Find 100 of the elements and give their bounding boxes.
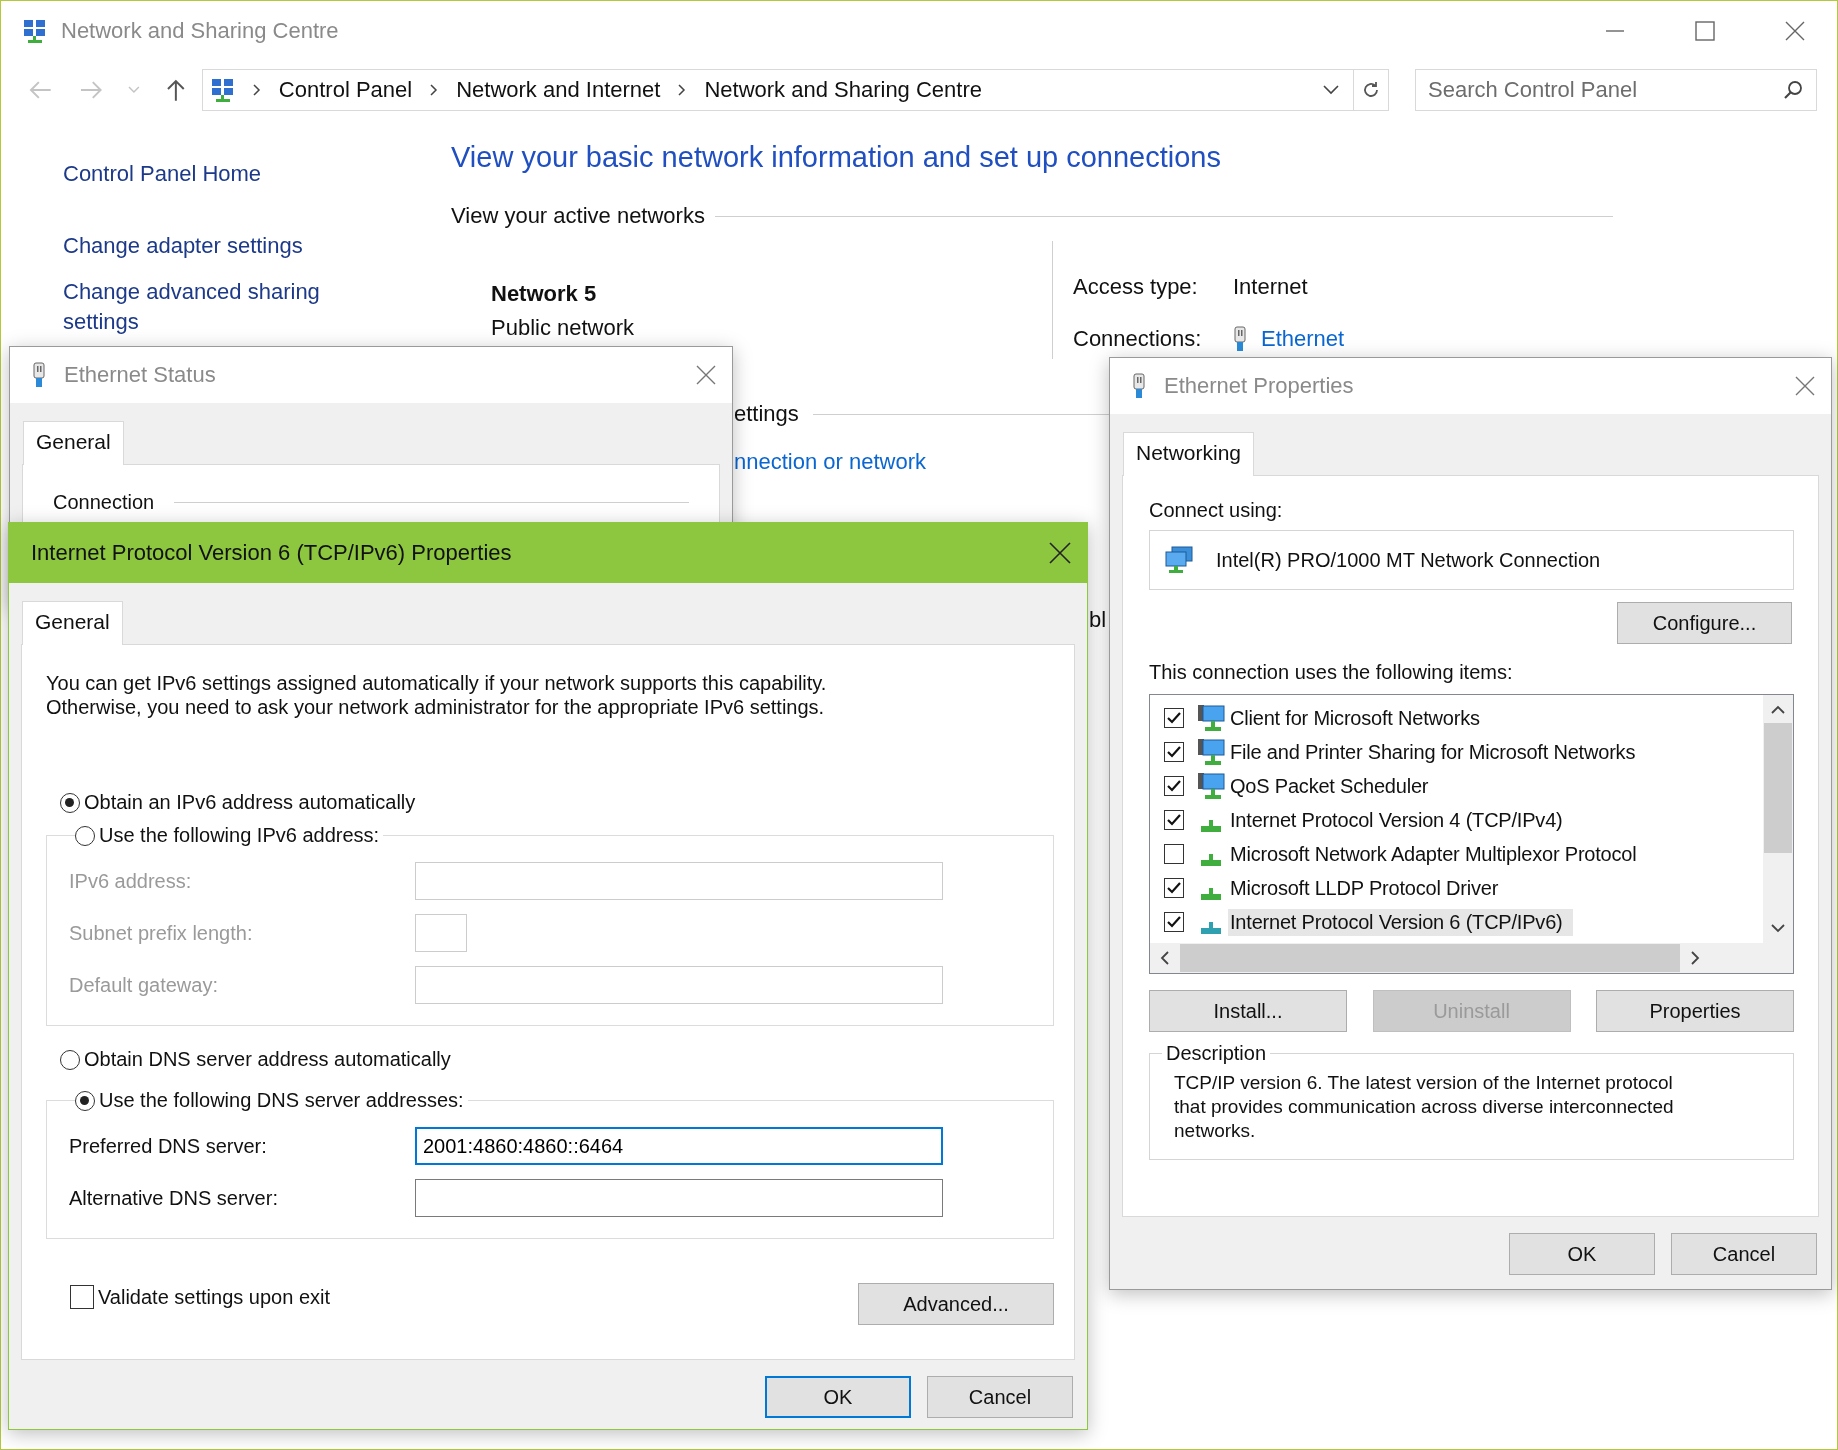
input-field[interactable] (415, 1179, 943, 1217)
dialog-button[interactable]: OK (765, 1376, 911, 1418)
network-type: Public network (491, 315, 636, 341)
dialog-button[interactable]: Cancel (927, 1376, 1073, 1418)
input-field[interactable]: 2001:4860:4860::6464 (415, 1127, 943, 1165)
description-text: TCP/IP version 6. The latest version of the Internet protocol that provides communication across diverse interconnected networks. (1174, 1071, 1675, 1143)
chevron-icon (430, 84, 439, 96)
monitor-icon (1196, 703, 1226, 733)
scroll-left-icon[interactable] (1160, 950, 1170, 966)
field-label: Subnet prefix length: (69, 921, 254, 945)
dialog-button[interactable]: Cancel (1671, 1233, 1817, 1275)
list-label: This connection uses the following items: (1149, 660, 1514, 684)
monitor-icon (1196, 771, 1226, 801)
field-label: Connections: (1073, 326, 1202, 352)
list-item[interactable]: Microsoft LLDP Protocol Driver (1228, 874, 1509, 902)
radio-label[interactable]: Obtain an IPv6 address automatically (84, 791, 416, 814)
radio-button[interactable] (75, 825, 95, 846)
ethernet-plug-icon (1132, 373, 1146, 399)
vertical-scrollbar[interactable] (1763, 695, 1793, 943)
radio-label[interactable]: Use the following IPv6 address: (99, 824, 380, 847)
section-label: ettings (734, 401, 799, 427)
field-label: Access type: (1073, 274, 1198, 300)
checkbox[interactable] (1164, 810, 1184, 830)
checkbox-label[interactable]: Validate settings upon exit (98, 1285, 330, 1309)
group-label: Description (1165, 1042, 1268, 1065)
action-button[interactable]: Install... (1149, 990, 1347, 1032)
dialog-title: Internet Protocol Version 6 (TCP/IPv6) Properties (31, 540, 512, 566)
checkbox[interactable] (1164, 878, 1184, 898)
window-title: Network and Sharing Centre (61, 18, 339, 44)
sidebar-link[interactable]: Change advanced sharing settings (63, 277, 353, 337)
scroll-up-icon[interactable] (1770, 705, 1786, 715)
list-item[interactable]: File and Printer Sharing for Microsoft Networks (1228, 738, 1646, 766)
monitor-icon (1196, 737, 1226, 767)
breadcrumb-item[interactable]: Network and Internet (456, 77, 661, 103)
tab[interactable]: Networking (1123, 432, 1255, 476)
sidebar-link[interactable]: Change adapter settings (63, 231, 353, 261)
protocol-icon (1201, 820, 1221, 832)
list-item[interactable]: Internet Protocol Version 4 (TCP/IPv4) (1228, 806, 1573, 834)
address-bar[interactable]: Control Panel Network and Internet Network and Sharing Centre (201, 69, 1354, 111)
protocol-icon (1201, 854, 1221, 866)
radio-button[interactable] (60, 1049, 80, 1070)
search-field[interactable]: Search Control Panel (1415, 69, 1817, 111)
network-icon (210, 78, 235, 102)
group-label: Connection (53, 491, 155, 514)
horizontal-scrollbar[interactable] (1150, 943, 1793, 973)
list-item[interactable]: Internet Protocol Version 6 (TCP/IPv6) (1228, 908, 1573, 936)
configure-button[interactable]: Configure... (1617, 602, 1792, 644)
maximize-icon[interactable] (1695, 21, 1715, 41)
page-heading: View your basic network information and set up connections (451, 140, 1221, 175)
checkbox[interactable] (1164, 742, 1184, 762)
checkbox[interactable] (70, 1285, 94, 1309)
checkbox[interactable] (1164, 708, 1184, 728)
network-icon (23, 19, 47, 43)
advanced-button[interactable]: Advanced... (858, 1283, 1054, 1325)
close-icon[interactable] (1785, 21, 1805, 41)
radio-label[interactable]: Use the following DNS server addresses: (99, 1089, 464, 1112)
breadcrumb-item[interactable]: Control Panel (278, 77, 413, 103)
close-icon[interactable] (696, 365, 716, 385)
protocol-icon (1201, 888, 1221, 900)
network-name: Network 5 (491, 281, 598, 307)
close-icon[interactable] (1795, 376, 1815, 396)
list-item[interactable]: Microsoft Network Adapter Multiplexor Protocol (1228, 840, 1647, 868)
scroll-right-icon[interactable] (1690, 950, 1700, 966)
scrollbar-thumb[interactable] (1764, 723, 1792, 853)
radio-label[interactable]: Obtain DNS server address automatically (84, 1048, 451, 1071)
setup-link[interactable]: nnection or network (734, 449, 926, 475)
field-value: Internet (1233, 274, 1308, 300)
sidebar-link[interactable]: Control Panel Home (63, 159, 353, 189)
up-arrow-icon[interactable] (166, 78, 186, 102)
scrollbar-thumb[interactable] (1180, 944, 1680, 972)
chevron-icon (252, 84, 261, 96)
scroll-down-icon[interactable] (1770, 923, 1786, 933)
action-button[interactable]: Properties (1596, 990, 1794, 1032)
checkbox[interactable] (1164, 776, 1184, 796)
field-label: Alternative DNS server: (69, 1186, 279, 1210)
ethernet-plug-icon (1233, 326, 1247, 352)
ethernet-plug-icon (32, 362, 46, 388)
ethernet-link[interactable]: Ethernet (1261, 326, 1345, 352)
field-label: Preferred DNS server: (69, 1134, 268, 1158)
chevron-icon (678, 84, 687, 96)
adapter-name: Intel(R) PRO/1000 MT Network Connection (1216, 548, 1601, 572)
radio-button[interactable] (60, 792, 80, 813)
dropdown-caret-icon[interactable] (1322, 85, 1339, 95)
list-item[interactable]: QoS Packet Scheduler (1228, 772, 1439, 800)
description-text: bl (1089, 607, 1107, 633)
field-label: Default gateway: (69, 973, 219, 997)
protocol-icon (1201, 922, 1221, 934)
checkbox[interactable] (1164, 844, 1184, 864)
checkbox[interactable] (1164, 912, 1184, 932)
section-label: View your active networks (451, 203, 705, 229)
field-label: IPv6 address: (69, 869, 193, 893)
tab[interactable]: General (23, 421, 124, 465)
tab[interactable]: General (22, 601, 123, 645)
list-item[interactable]: Client for Microsoft Networks (1228, 704, 1490, 732)
close-icon[interactable] (1049, 542, 1071, 564)
breadcrumb-item[interactable]: Network and Sharing Centre (704, 77, 982, 103)
search-icon[interactable] (1783, 80, 1803, 100)
dialog-button[interactable]: OK (1509, 1233, 1655, 1275)
radio-button[interactable] (75, 1090, 95, 1111)
dialog-title: Ethernet Status (64, 362, 216, 388)
